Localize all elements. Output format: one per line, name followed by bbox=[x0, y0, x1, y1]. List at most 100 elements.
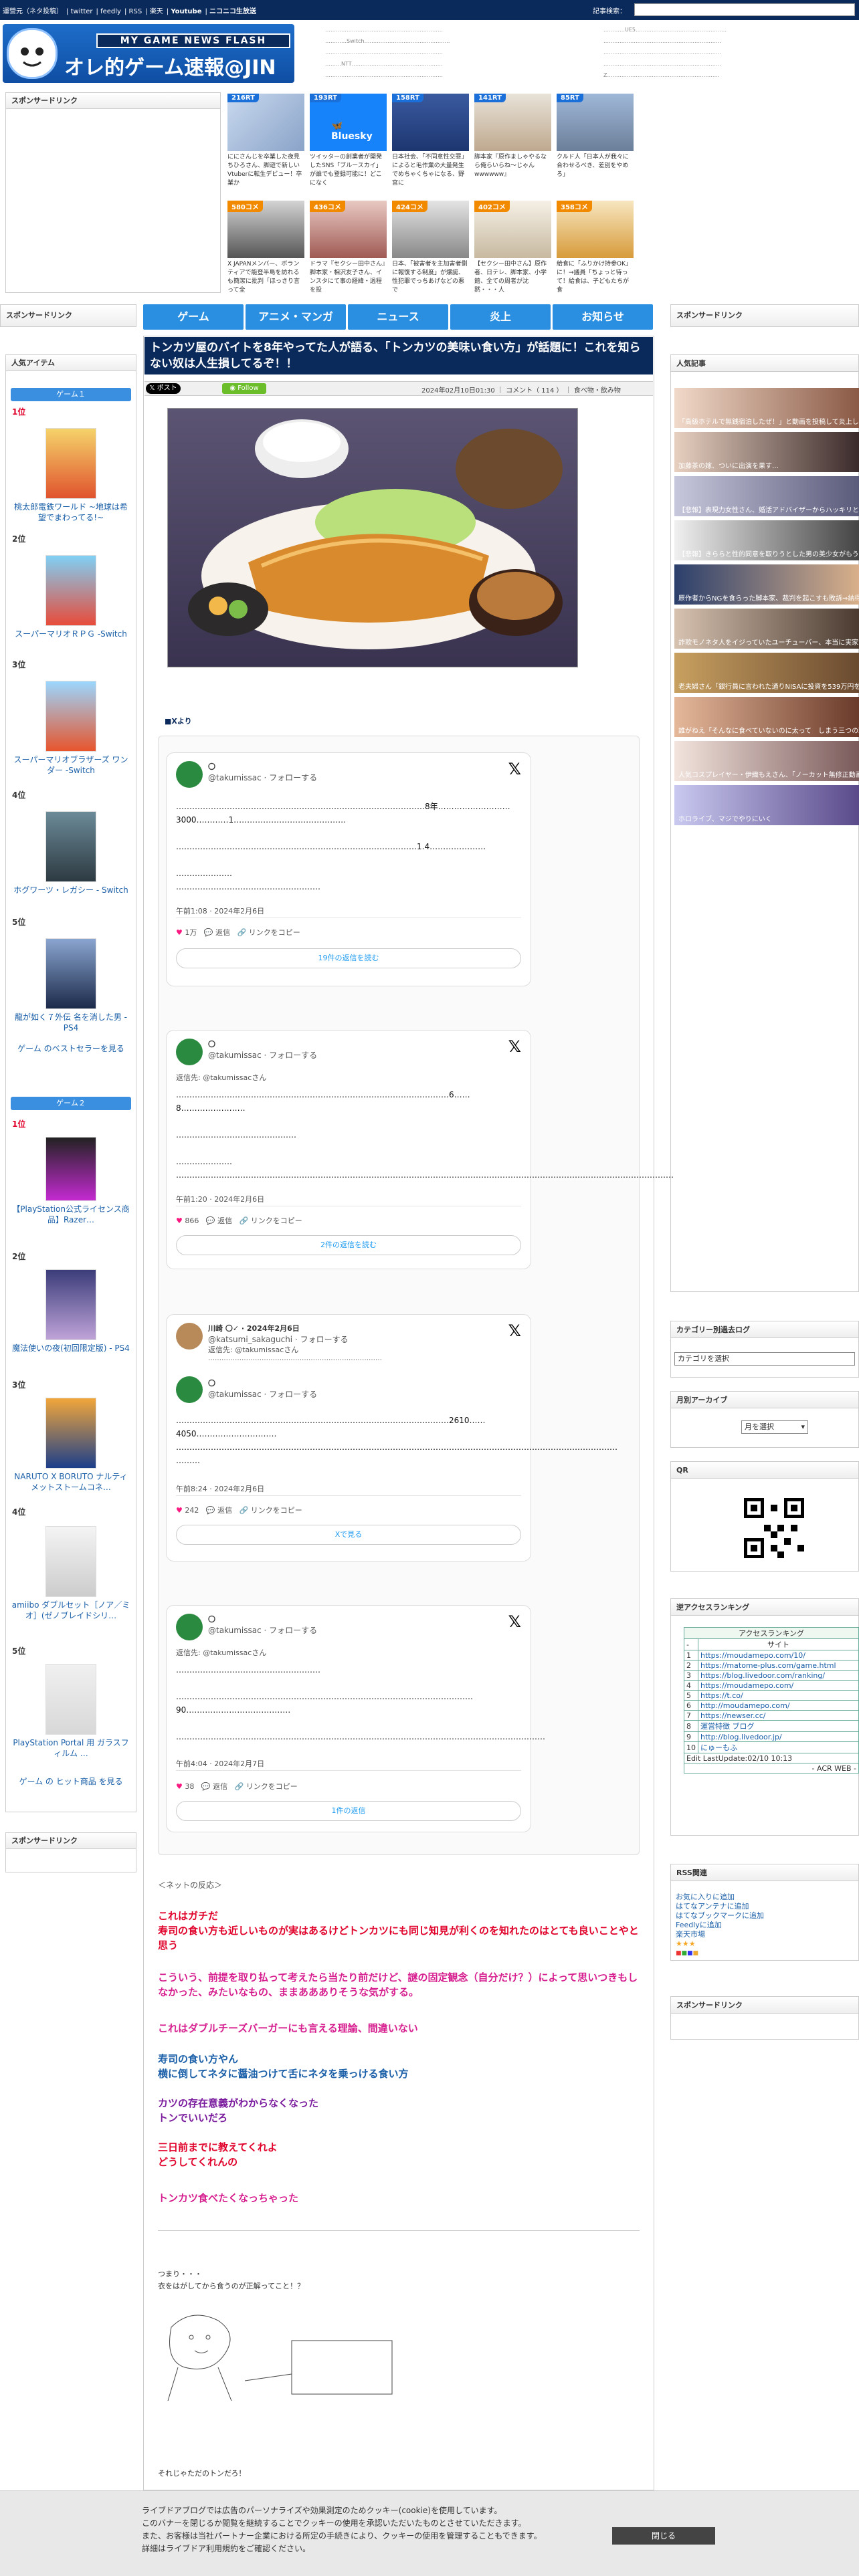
rank-item[interactable]: 龍が如く７外伝 名を消した男 - PS4 bbox=[11, 938, 131, 1033]
rss-link[interactable]: 楽天市場 bbox=[676, 1930, 705, 1939]
search-input[interactable] bbox=[634, 3, 855, 16]
rank-item[interactable]: NARUTO X BORUTO ナルティメットストームコネ… bbox=[11, 1398, 131, 1493]
top-link[interactable]: twitter bbox=[71, 8, 93, 15]
ad-card[interactable]: 141RT 脚本家『原作ましゃやるなら俺らいらね〜じゃんwwwwww』 bbox=[474, 94, 551, 190]
product-label[interactable]: amiibo ダブルセット［ノア／ミオ］(ゼノブレイドシリ… bbox=[11, 1600, 131, 1621]
rank-item[interactable]: PlayStation Portal 用 ガラスフィルム … bbox=[11, 1664, 131, 1759]
ad-card[interactable]: 436コメ ドラマ『セクシー田中さん』脚本家・相沢友子さん、インスタにて事の経緯… bbox=[310, 201, 387, 297]
popular-article[interactable]: 詐欺モノネタ人をイジっていたユーチューバー、本当に実家がヤバすぎる件が届けられ・… bbox=[674, 609, 859, 649]
popular-article[interactable]: 誰がねえ「そんなに食べていないのに太って しまう三つの理由」その１が大正ストレー… bbox=[674, 697, 859, 737]
access-link[interactable]: https://moudamepo.com/10/ bbox=[700, 1651, 805, 1660]
access-link[interactable]: https://blog.livedoor.com/ranking/ bbox=[700, 1671, 825, 1680]
ad-card[interactable]: 358コメ 給食に「ふりかけ持参OK」に！→議員「ちょっと待って！給食は、子ども… bbox=[557, 201, 634, 297]
top-link[interactable]: RSS bbox=[129, 8, 142, 15]
x-logo-icon[interactable]: 𝕏 bbox=[508, 1037, 521, 1056]
copy-link-label[interactable]: リンクをコピー bbox=[251, 1506, 302, 1515]
top-link[interactable]: 運營元（ネタ投稿） bbox=[3, 8, 63, 15]
access-link[interactable]: http://blog.livedoor.jp/ bbox=[700, 1733, 782, 1741]
access-link[interactable]: https://t.co/ bbox=[700, 1691, 743, 1700]
tweet-handle[interactable]: @takumissac · フォローする bbox=[208, 1388, 317, 1400]
product-label[interactable]: ホグワーツ・レガシー - Switch bbox=[11, 885, 131, 895]
nav-tab-info[interactable]: お知らせ bbox=[553, 304, 653, 330]
tweet-time[interactable]: 午前1:20 · 2024年2月6日 bbox=[176, 1194, 264, 1204]
rss-link[interactable]: はてなブックマークに追加 bbox=[676, 1911, 764, 1920]
follow-button[interactable]: ◉ Follow bbox=[222, 383, 266, 394]
header-link[interactable]: ………………………………………………………… bbox=[325, 24, 593, 35]
reply-icon[interactable]: 💬 bbox=[206, 1506, 215, 1515]
product-label[interactable]: 【PlayStation公式ライセンス商品】Razer… bbox=[11, 1204, 131, 1225]
top-link[interactable]: Youtube bbox=[171, 8, 201, 15]
header-link[interactable]: Z……………………………………………………… bbox=[603, 70, 859, 81]
product-label[interactable]: 龍が如く７外伝 名を消した男 - PS4 bbox=[11, 1012, 131, 1033]
tweet-handle[interactable]: @takumissac · フォローする bbox=[208, 1049, 317, 1061]
rank-item[interactable]: ホグワーツ・レガシー - Switch bbox=[11, 811, 131, 895]
product-label[interactable]: スーパーマリオＲＰＧ -Switch bbox=[11, 629, 131, 639]
month-select[interactable]: 月を選択 ▾ bbox=[741, 1420, 808, 1434]
rank-item[interactable]: amiibo ダブルセット［ノア／ミオ］(ゼノブレイドシリ… bbox=[11, 1526, 131, 1621]
popular-article[interactable]: 老夫婦さん「銀行員に言われた通りNISAに投資を539万円を投資した。今後も安心… bbox=[674, 653, 859, 693]
heart-icon[interactable]: ♥ bbox=[176, 1216, 183, 1225]
header-link[interactable]: ………………………………………………………… bbox=[603, 47, 859, 58]
popular-article[interactable]: 人気コスプレイヤー・伊織もえさん、「ノーカット無修正動画」を公開！ bbox=[674, 741, 859, 781]
nav-tab-news[interactable]: ニュース bbox=[348, 304, 448, 330]
reply-label[interactable]: 返信 bbox=[213, 1782, 227, 1791]
read-replies-button[interactable]: 19件の返信を読む bbox=[176, 948, 521, 968]
reply-icon[interactable]: 💬 bbox=[206, 1216, 215, 1225]
link-icon[interactable]: 🔗 bbox=[237, 928, 247, 937]
access-link[interactable]: https://moudamepo.com/ bbox=[700, 1681, 793, 1690]
header-link[interactable]: ………NTT…………………………………………… bbox=[325, 58, 593, 70]
tweet-handle[interactable]: @takumissac · フォローする bbox=[208, 772, 317, 783]
copy-link-label[interactable]: リンクをコピー bbox=[251, 1216, 302, 1225]
copy-link-label[interactable]: リンクをコピー bbox=[249, 928, 300, 937]
ad-card[interactable]: 580コメ X JAPANメンバー、ボランティアで能登半島を訪れるも簡潔に批判「… bbox=[227, 201, 304, 297]
x-logo-icon[interactable]: 𝕏 bbox=[508, 1321, 521, 1340]
bestseller-link[interactable]: ゲーム のベストセラーを見る bbox=[11, 1043, 131, 1054]
nav-tab-enjo[interactable]: 炎上 bbox=[450, 304, 551, 330]
ad-card[interactable]: 193RT 🦋 Bluesky ツイッターの創業者が開発したSNS「ブルースカイ」… bbox=[310, 94, 387, 190]
popular-article[interactable]: 「高級ホテルで無銭宿泊したぜ！」と動画を投稿して炎上していたユーチューバー、ホテ… bbox=[674, 388, 859, 428]
site-logo[interactable]: MY GAME NEWS FLASH オレ的ゲーム速報@JIN bbox=[3, 24, 294, 83]
ad-card[interactable]: 402コメ 【セクシー田中さん】原作者、日テレ、脚本家、小学館、全ての周者が沈黙… bbox=[474, 201, 551, 297]
link-icon[interactable]: 🔗 bbox=[235, 1782, 244, 1791]
access-link[interactable]: http://moudamepo.com/ bbox=[700, 1701, 790, 1710]
reply-label[interactable]: 返信 bbox=[215, 928, 230, 937]
product-label[interactable]: NARUTO X BORUTO ナルティメットストームコネ… bbox=[11, 1471, 131, 1493]
top-link[interactable]: ニコニコ生放送 bbox=[209, 8, 256, 15]
access-link[interactable]: にゅーもふ bbox=[700, 1743, 737, 1752]
x-logo-icon[interactable]: 𝕏 bbox=[508, 760, 521, 778]
post-button[interactable]: 𝕏 ポスト bbox=[146, 383, 181, 394]
quote-handle[interactable]: @katsumi_sakaguchi · フォローする bbox=[208, 1333, 349, 1345]
popular-article[interactable]: 加藤茶の嫁、ついに出演を果す… bbox=[674, 432, 859, 472]
header-link[interactable]: ………………………………………………………… bbox=[325, 70, 593, 81]
tweet-handle[interactable]: @takumissac · フォローする bbox=[208, 1624, 317, 1636]
link-icon[interactable]: 🔗 bbox=[240, 1506, 249, 1515]
header-link[interactable]: …………Switch………………………………………… bbox=[325, 35, 593, 47]
rank-item[interactable]: スーパーマリオブラザーズ ワンダー -Switch bbox=[11, 681, 131, 776]
hit-products-link[interactable]: ゲーム の ヒット商品 を見る bbox=[11, 1776, 131, 1787]
ad-card[interactable]: 424コメ 日本、「被害者を主加害者側に報復する制度」が爆誕、性犯罪でっちあげな… bbox=[392, 201, 469, 297]
header-link[interactable]: …………UE5…………………………………………… bbox=[603, 24, 859, 35]
access-link[interactable]: https://matome-plus.com/game.html bbox=[700, 1661, 836, 1670]
top-link[interactable]: 楽天 bbox=[150, 8, 163, 15]
heart-icon[interactable]: ♥ bbox=[176, 1782, 183, 1791]
ad-card[interactable]: 85RT クルド人「日本人が我々に合わせるべき、差別をやめろ」 bbox=[557, 94, 634, 190]
header-link[interactable]: ………………………………………………………… bbox=[325, 47, 593, 58]
product-label[interactable]: PlayStation Portal 用 ガラスフィルム … bbox=[11, 1737, 131, 1759]
product-label[interactable]: 桃太郎電鉄ワールド ~地球は希望でまわってる!~ bbox=[11, 502, 131, 523]
rank-item[interactable]: 【PlayStation公式ライセンス商品】Razer… bbox=[11, 1137, 131, 1225]
popular-article[interactable]: 【悲報】きららと性的同意を取りうとした男の美少女がもう bbox=[674, 520, 859, 560]
rss-link[interactable]: はてなアンテナに追加 bbox=[676, 1902, 749, 1911]
nav-tab-game[interactable]: ゲーム bbox=[143, 304, 244, 330]
header-link[interactable]: ………………………………………………………… bbox=[603, 35, 859, 47]
popular-article[interactable]: ホロライブ、マジでやりにいく bbox=[674, 785, 859, 825]
tweet-card[interactable]: 〇 @takumissac · フォローする 𝕏 ………………………………………… bbox=[166, 752, 531, 986]
rss-link[interactable]: お気に入りに追加 bbox=[676, 1893, 735, 1901]
tweet-time[interactable]: 午前8:24 · 2024年2月6日 bbox=[176, 1483, 264, 1494]
view-on-x-button[interactable]: Xで見る bbox=[176, 1525, 521, 1545]
tweet-time[interactable]: 午前4:04 · 2024年2月7日 bbox=[176, 1758, 264, 1769]
rank-item[interactable]: 魔法使いの夜(初回限定版) - PS4 bbox=[11, 1269, 131, 1354]
header-link[interactable]: ………………………………………………………… bbox=[603, 58, 859, 70]
product-label[interactable]: 魔法使いの夜(初回限定版) - PS4 bbox=[11, 1343, 131, 1354]
popular-article[interactable]: 原作者からNGを食らった脚本家、裁判を起こすも敗訴⇒納得できなさ・・・ bbox=[674, 564, 859, 605]
link-icon[interactable]: 🔗 bbox=[240, 1216, 249, 1225]
